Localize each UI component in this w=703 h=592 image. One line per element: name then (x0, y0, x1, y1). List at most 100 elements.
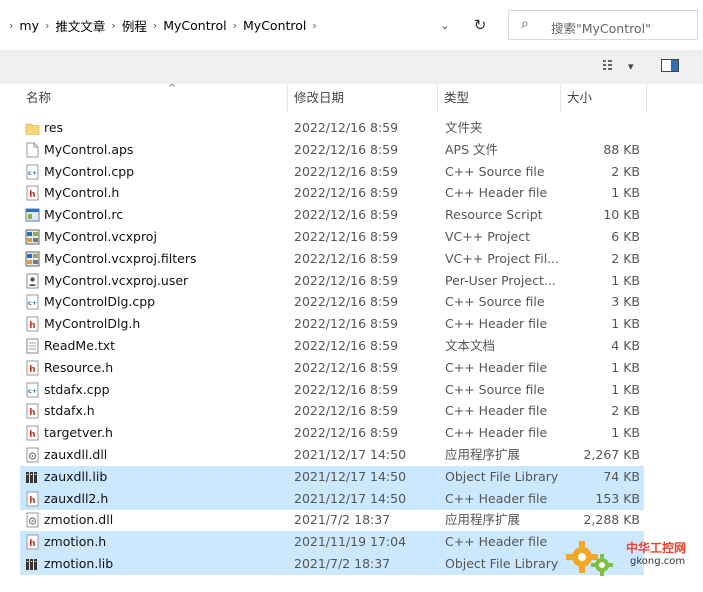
column-header-size[interactable]: 大小 (561, 84, 647, 112)
file-row[interactable]: MyControl.aps 2022/12/16 8:59 APS 文件 88 KB (20, 139, 644, 161)
address-bar[interactable]: › my › 推文文章 › 例程 › MyControl › MyControl › (0, 10, 492, 40)
file-size: 4 KB (611, 338, 640, 353)
svg-text:h: h (29, 408, 35, 418)
file-name: zauxdll.dll (44, 447, 108, 462)
file-row[interactable]: h targetver.h 2022/12/16 8:59 C++ Header fi… (20, 422, 644, 444)
file-name: zmotion.dll (44, 512, 114, 528)
column-header-type[interactable]: 类型 (438, 84, 561, 112)
file-name: stdafx.h (44, 403, 95, 419)
file-row[interactable]: h zmotion.h 2021/11/19 17:04 C++ Header fil… (20, 531, 644, 554)
file-size: 2,288 KB (583, 512, 640, 528)
lib-file-icon (25, 469, 40, 485)
file-row[interactable]: zauxdll.dll 2021/12/17 14:50 应用程序扩展 2,267 K… (20, 444, 644, 466)
file-row[interactable]: c+ MyControl.cpp 2022/12/16 8:59 C++ Source… (20, 161, 644, 183)
file-row[interactable]: zmotion.dll 2021/7/2 18:37 应用程序扩展 2,288 KB (20, 509, 644, 531)
breadcrumb-separator-icon[interactable]: › (150, 19, 160, 32)
file-name: Resource.h (44, 359, 114, 375)
file-name: MyControl.rc (44, 207, 124, 223)
search-input[interactable]: 搜索"MyControl" (551, 18, 651, 37)
file-size: 3 KB (611, 294, 640, 310)
breadcrumb-item[interactable]: 例程 (119, 16, 150, 35)
file-row[interactable]: zauxdll.lib 2021/12/17 14:50 Object File L… (20, 465, 644, 488)
preview-pane-icon[interactable] (661, 59, 679, 75)
file-row[interactable]: c+ stdafx.cpp 2022/12/16 8:59 C++ Source fi… (20, 379, 644, 401)
file-name: res (44, 120, 64, 135)
address-dropdown-chevron-icon[interactable]: ⌄ (432, 10, 458, 40)
file-row[interactable]: ReadMe.txt 2022/12/16 8:59 文本文档 4 KB (20, 335, 644, 357)
file-row[interactable]: MyControl.rc 2022/12/16 8:59 Resource Scri… (20, 204, 644, 226)
file-name: MyControl.vcxproj.user (44, 272, 189, 288)
user-file-icon (25, 273, 40, 289)
file-size: 2 KB (611, 163, 640, 179)
file-row[interactable]: h MyControl.h 2022/12/16 8:59 C++ Header fi… (20, 182, 644, 204)
breadcrumb-item[interactable]: 推文文章 (52, 16, 108, 35)
view-toolbar: ▾ (0, 50, 703, 84)
column-header-name[interactable]: 名称 ^ (20, 83, 288, 112)
watermark-text-cn: 中华工控网 (626, 541, 687, 555)
header-file-icon: h (25, 185, 40, 201)
breadcrumb-separator-icon[interactable]: › (230, 19, 240, 32)
breadcrumb: › my › 推文文章 › 例程 › MyControl › MyControl › (6, 10, 320, 40)
file-size: 1 KB (611, 272, 640, 288)
file-row[interactable]: zmotion.lib 2021/7/2 18:37 Object File Lib… (20, 553, 644, 575)
file-row[interactable]: h zauxdll2.h 2021/12/17 14:50 C++ Header fi… (20, 487, 644, 510)
view-options-icon[interactable] (603, 59, 619, 74)
breadcrumb-item[interactable]: my (16, 18, 42, 33)
file-modified-date: 2022/12/16 8:59 (294, 425, 399, 441)
file-size: 1 KB (611, 185, 640, 201)
view-dropdown-chevron-icon[interactable]: ▾ (628, 60, 634, 73)
file-name: zauxdll.lib (44, 468, 108, 484)
file-size: 74 KB (603, 468, 640, 484)
cpp-file-icon: c+ (25, 294, 40, 310)
svg-text:h: h (29, 365, 35, 375)
file-modified-date: 2021/12/17 14:50 (294, 468, 407, 484)
file-modified-date: 2022/12/16 8:59 (294, 250, 399, 266)
header-file-icon: h (25, 316, 40, 332)
header-file-icon: h (25, 360, 40, 376)
breadcrumb-item[interactable]: MyControl (240, 18, 309, 33)
breadcrumb-separator-icon[interactable]: › (108, 19, 118, 32)
breadcrumb-separator-icon[interactable]: › (6, 19, 16, 32)
svg-text:h: h (29, 190, 35, 200)
svg-text:c+: c+ (28, 299, 37, 307)
file-size: 88 KB (603, 141, 640, 157)
file-modified-date: 2022/12/16 8:59 (294, 338, 399, 353)
column-header-date[interactable]: 修改日期 (288, 84, 438, 112)
file-modified-date: 2022/12/16 8:59 (294, 316, 399, 332)
file-modified-date: 2022/12/16 8:59 (294, 229, 399, 244)
file-row[interactable]: res 2022/12/16 8:59 文件夹 (20, 117, 644, 139)
refresh-icon[interactable]: ↻ (467, 10, 493, 40)
file-modified-date: 2022/12/16 8:59 (294, 120, 399, 135)
lib-file-icon (25, 556, 40, 572)
file-name: stdafx.cpp (44, 381, 110, 397)
breadcrumb-separator-icon[interactable]: › (42, 19, 52, 32)
search-box[interactable]: ⌕ 搜索"MyControl" (508, 10, 698, 40)
breadcrumb-item[interactable]: MyControl (160, 18, 229, 33)
vcxproj-file-icon (25, 229, 40, 245)
file-size: 1 KB (611, 381, 640, 397)
file-row[interactable]: MyControl.vcxproj.filters 2022/12/16 8:59… (20, 248, 644, 270)
file-size: 1 KB (611, 425, 640, 441)
breadcrumb-separator-icon[interactable]: › (309, 19, 319, 32)
file-row[interactable]: c+ MyControlDlg.cpp 2022/12/16 8:59 C++ Sou… (20, 291, 644, 313)
file-name: MyControl.aps (44, 141, 134, 157)
sort-caret-icon: ^ (168, 83, 177, 94)
svg-text:c+: c+ (28, 169, 37, 177)
file-row[interactable]: h stdafx.h 2022/12/16 8:59 C++ Header file 2… (20, 400, 644, 422)
file-row[interactable]: MyControl.vcxproj.user 2022/12/16 8:59 Per… (20, 270, 644, 292)
file-row[interactable]: h MyControlDlg.h 2022/12/16 8:59 C++ Header… (20, 313, 644, 335)
cpp-file-icon: c+ (25, 382, 40, 398)
file-name: zmotion.h (44, 534, 107, 550)
file-name: MyControl.vcxproj.filters (44, 250, 197, 266)
file-row[interactable]: MyControl.vcxproj 2022/12/16 8:59 VC++ Pro… (20, 226, 644, 248)
svg-text:h: h (29, 321, 35, 331)
file-modified-date: 2021/11/19 17:04 (294, 534, 407, 550)
file-modified-date: 2022/12/16 8:59 (294, 272, 399, 288)
file-name: MyControlDlg.h (44, 316, 141, 332)
file-name: MyControl.h (44, 185, 120, 201)
dll-file-icon (25, 447, 40, 463)
watermark-logo: 中华工控网 gkong.com (560, 535, 700, 585)
file-row[interactable]: h Resource.h 2022/12/16 8:59 C++ Header fil… (20, 357, 644, 379)
column-header-row: 名称 ^ 修改日期 类型 大小 (0, 83, 703, 112)
file-icon (25, 142, 40, 158)
